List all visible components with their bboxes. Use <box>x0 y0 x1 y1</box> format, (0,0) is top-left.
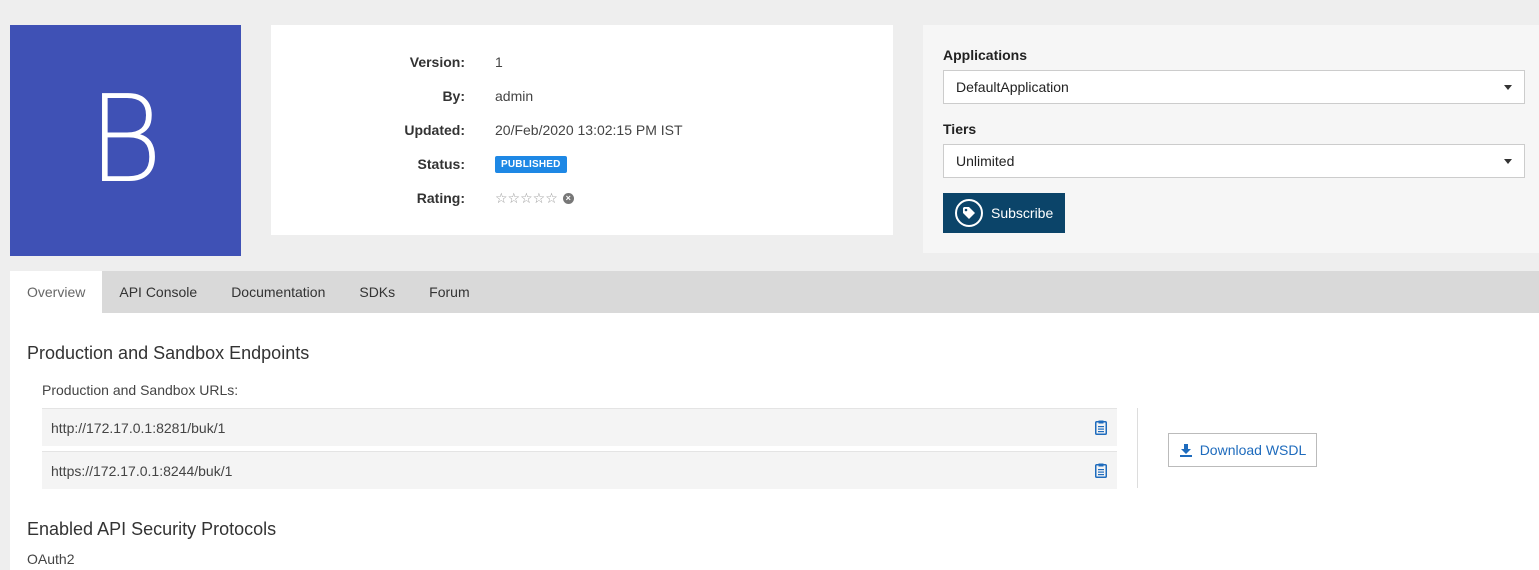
status-row: Status: PUBLISHED <box>271 152 893 176</box>
applications-select[interactable]: DefaultApplication <box>943 70 1525 104</box>
api-thumbnail: B <box>10 25 241 256</box>
thumbnail-letter: B <box>88 70 163 210</box>
urls-label: Production and Sandbox URLs: <box>42 382 239 398</box>
security-title: Enabled API Security Protocols <box>27 519 277 539</box>
endpoint-url-row: http://172.17.0.1:8281/buk/1 <box>42 408 1117 446</box>
tab-bar: Overview API Console Documentation SDKs … <box>10 271 1539 313</box>
clipboard-icon[interactable] <box>1095 420 1107 438</box>
tab-label: API Console <box>119 284 198 300</box>
tab-label: Overview <box>27 284 86 300</box>
version-value: 1 <box>495 54 503 70</box>
applications-selected-value: DefaultApplication <box>956 79 1069 95</box>
subscribe-button[interactable]: Subscribe <box>943 193 1065 233</box>
close-circle-icon[interactable]: × <box>562 192 574 204</box>
api-info-card: Version: 1 By: admin Updated: 20/Feb/202… <box>271 25 893 235</box>
overview-content: Production and Sandbox Endpoints Product… <box>10 313 1539 570</box>
endpoint-url: http://172.17.0.1:8281/buk/1 <box>51 419 226 436</box>
tiers-label: Tiers <box>943 121 977 137</box>
caret-down-icon <box>1504 85 1512 90</box>
caret-down-icon <box>1504 159 1512 164</box>
updated-label: Updated: <box>404 122 465 138</box>
tab-api-console[interactable]: API Console <box>102 271 214 313</box>
tab-label: Forum <box>429 284 470 300</box>
updated-value: 20/Feb/2020 13:02:15 PM IST <box>495 122 683 138</box>
status-value-wrap: PUBLISHED <box>495 155 567 173</box>
tiers-selected-value: Unlimited <box>956 153 1015 169</box>
by-row: By: admin <box>271 84 893 108</box>
download-wsdl-label: Download WSDL <box>1199 442 1307 458</box>
subscribe-label: Subscribe <box>991 205 1054 221</box>
status-badge: PUBLISHED <box>495 155 567 173</box>
download-icon <box>1179 443 1193 457</box>
tab-label: Documentation <box>231 284 326 300</box>
tab-forum[interactable]: Forum <box>412 271 486 313</box>
version-row: Version: 1 <box>271 50 893 74</box>
subscription-card: Applications DefaultApplication Tiers Un… <box>923 25 1539 253</box>
rating-row: Rating: ☆☆☆☆☆ × <box>271 186 893 210</box>
applications-label: Applications <box>943 47 1028 63</box>
by-label: By: <box>442 88 465 104</box>
version-label: Version: <box>409 54 465 70</box>
status-label: Status: <box>417 156 465 172</box>
tag-icon <box>955 199 983 227</box>
endpoint-url-row: https://172.17.0.1:8244/buk/1 <box>42 451 1117 489</box>
divider <box>1137 408 1138 488</box>
by-value: admin <box>495 88 534 104</box>
tab-overview[interactable]: Overview <box>10 271 103 313</box>
clipboard-icon[interactable] <box>1095 463 1107 481</box>
updated-row: Updated: 20/Feb/2020 13:02:15 PM IST <box>271 118 893 142</box>
security-protocol: OAuth2 <box>27 551 75 567</box>
tiers-select[interactable]: Unlimited <box>943 144 1525 178</box>
rating-value-wrap: ☆☆☆☆☆ × <box>495 190 574 207</box>
rating-label: Rating: <box>416 190 465 206</box>
endpoint-url: https://172.17.0.1:8244/buk/1 <box>51 462 233 479</box>
tab-documentation[interactable]: Documentation <box>214 271 342 313</box>
rating-stars[interactable]: ☆☆☆☆☆ <box>495 190 558 207</box>
download-wsdl-button[interactable]: Download WSDL <box>1168 433 1317 467</box>
tab-sdks[interactable]: SDKs <box>342 271 412 313</box>
tab-label: SDKs <box>359 284 396 300</box>
endpoints-title: Production and Sandbox Endpoints <box>27 343 310 363</box>
